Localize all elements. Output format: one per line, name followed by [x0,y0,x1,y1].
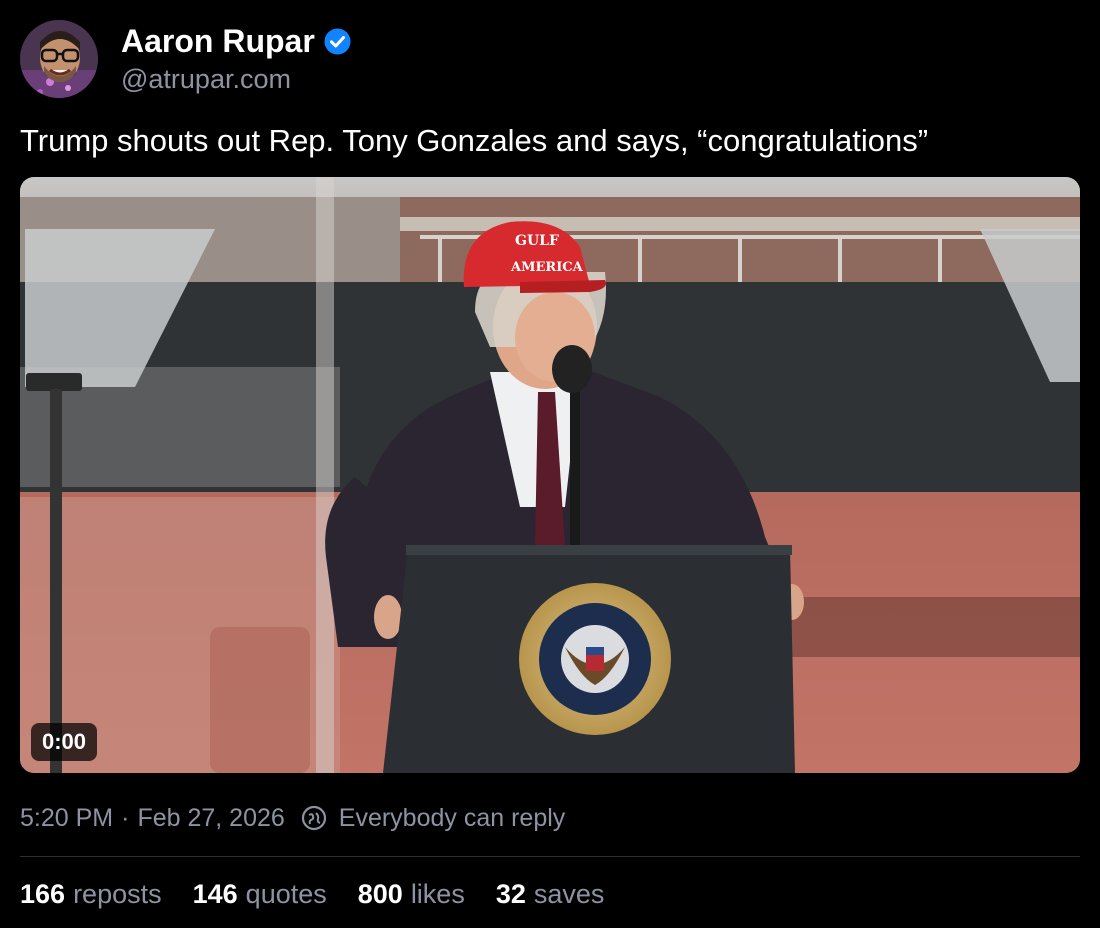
stat-count: 146 [192,878,238,909]
reply-setting[interactable]: Everybody can reply [339,804,566,833]
globe-reply-icon [301,805,327,831]
verified-badge-icon [324,28,351,55]
stat-count: 32 [495,878,526,909]
hat-text-2: AMERICA [510,260,584,275]
post-text: Trump shouts out Rep. Tony Gonzales and … [20,123,929,158]
author-name-row[interactable]: Aaron Rupar [121,22,351,60]
stat-label: quotes [245,878,327,909]
meta-separator: · [121,803,130,832]
author-avatar[interactable] [20,20,98,98]
post-stats: 166 reposts 146 quotes 800 likes 32 saves [20,874,635,914]
stat-label: saves [533,878,605,909]
post-date[interactable]: Feb 27, 2026 [137,804,284,833]
stat-label: reposts [73,878,162,909]
stat-count: 800 [357,878,403,909]
divider [20,856,1080,857]
post-card: Aaron Rupar @atrupar.com Trump shouts ou… [0,0,1100,928]
author-name[interactable]: Aaron Rupar [121,22,315,60]
stat-saves[interactable]: 32 saves [496,879,605,910]
video-frame: GULF AMERICA [20,177,1080,773]
stat-count: 166 [20,878,66,909]
avatar-image [20,20,98,98]
stat-likes[interactable]: 800 likes [358,879,465,910]
video-timestamp[interactable]: 0:00 [31,723,98,761]
stat-reposts[interactable]: 166 reposts [20,879,162,910]
post-time[interactable]: 5:20 PM [20,804,113,833]
author-handle[interactable]: @atrupar.com [121,62,291,96]
hat-text-1: GULF [515,233,559,249]
stat-label: likes [410,878,465,909]
video-player[interactable]: GULF AMERICA 0:00 [20,177,1080,773]
post-meta-row: 5:20 PM · Feb 27, 2026 Everybody can rep… [20,800,565,836]
stat-quotes[interactable]: 146 quotes [193,879,327,910]
